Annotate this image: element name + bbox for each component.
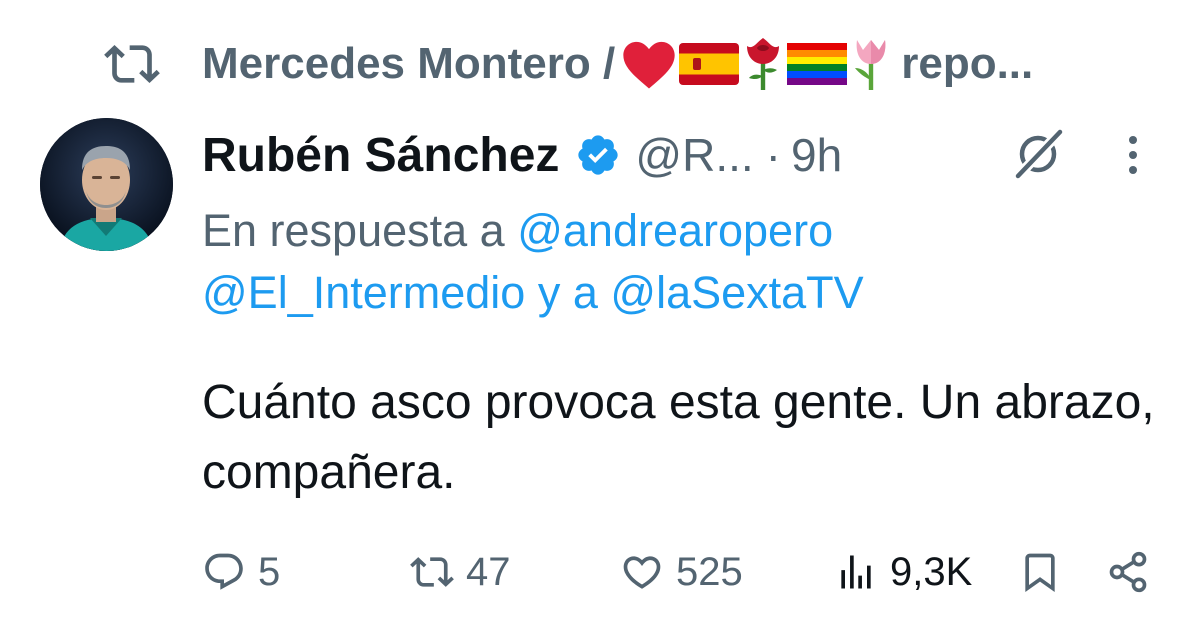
rose-icon (747, 38, 780, 90)
heart-emoji-icon (623, 41, 675, 89)
tweet-text: Cuánto asco provoca esta gente. Un abraz… (202, 376, 1155, 499)
spain-flag-icon (679, 43, 740, 85)
tweet-card[interactable]: Mercedes Montero / repo... Rubén Sánchez… (0, 0, 1199, 624)
like-button[interactable]: 525 (620, 544, 743, 600)
grok-icon[interactable] (1010, 126, 1066, 182)
repost-label: repo... (901, 39, 1034, 88)
reply-button[interactable]: 5 (202, 544, 280, 600)
more-options-icon[interactable] (1116, 130, 1150, 180)
tulip-icon (855, 40, 886, 90)
heart-icon (623, 556, 661, 589)
author-handle[interactable]: @R... (635, 128, 753, 182)
repost-count: 47 (466, 549, 511, 594)
reply-connector: y a (537, 267, 598, 318)
share-icon (1109, 551, 1147, 593)
repost-header[interactable]: Mercedes Montero / repo... (104, 36, 1164, 92)
like-count: 525 (676, 549, 743, 594)
mention-link[interactable]: @andrearopero (517, 205, 833, 256)
author-row: Rubén Sánchez @R... · 9h (202, 122, 1162, 188)
timestamp[interactable]: 9h (791, 128, 842, 182)
repost-icon (104, 45, 160, 83)
share-button[interactable] (1106, 544, 1150, 600)
views-chart-icon (841, 555, 871, 589)
rainbow-flag-icon (787, 43, 848, 85)
reply-prefix: En respuesta a (202, 205, 505, 256)
repost-emojis (621, 36, 893, 92)
mention-link[interactable]: @El_Intermedio (202, 267, 525, 318)
views-button[interactable]: 9,3K (834, 544, 972, 600)
mention-link[interactable]: @laSextaTV (610, 267, 863, 318)
reply-count: 5 (258, 549, 281, 594)
bookmark-button[interactable] (1018, 544, 1062, 600)
reply-icon (205, 553, 243, 590)
author-name[interactable]: Rubén Sánchez (202, 128, 559, 183)
avatar[interactable] (40, 118, 173, 251)
bookmark-icon (1025, 553, 1055, 593)
verified-badge-icon (578, 135, 619, 175)
reply-context: En respuesta a @andrearopero @El_Interme… (202, 200, 1102, 324)
repost-icon (410, 557, 454, 587)
action-bar: 5 47 525 9,3K (202, 544, 1162, 600)
repost-button[interactable]: 47 (410, 544, 511, 600)
separator-dot: · (765, 129, 781, 181)
repost-user-name[interactable]: Mercedes Montero / (202, 39, 615, 89)
views-count: 9,3K (890, 549, 973, 594)
